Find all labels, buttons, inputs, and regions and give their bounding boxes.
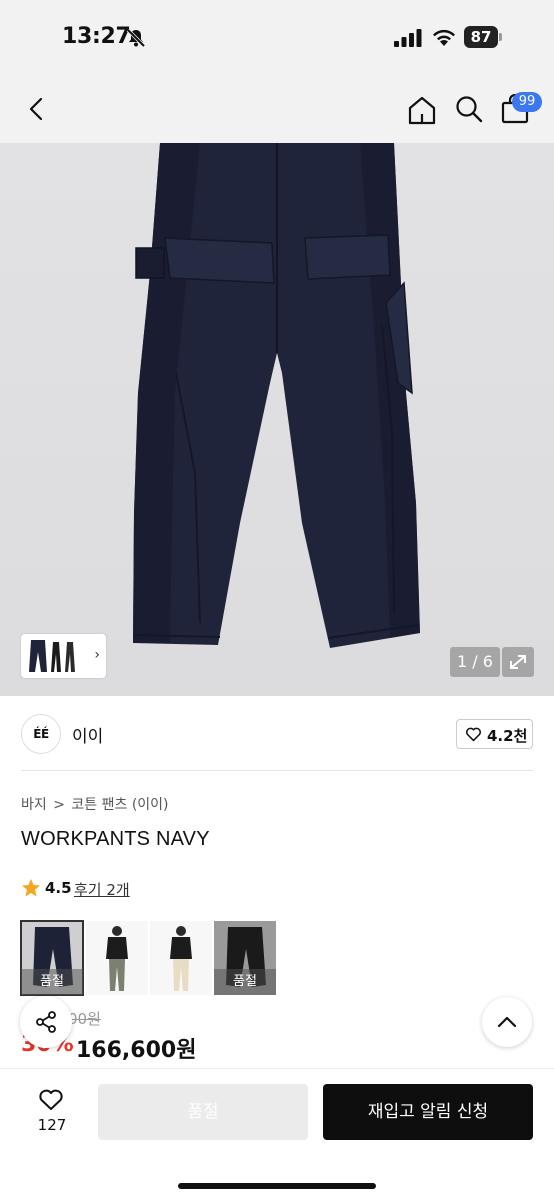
soldout-label: 품절: [21, 969, 83, 995]
home-indicator: [178, 1183, 376, 1189]
color-swatch[interactable]: 품절: [20, 920, 84, 996]
back-icon[interactable]: [22, 94, 52, 124]
brand-logo[interactable]: ÉÉ: [21, 714, 61, 754]
brand-like-count: 4.2천: [487, 727, 528, 745]
restock-alert-button[interactable]: 재입고 알림 신청: [323, 1084, 533, 1140]
bell-slash-icon: [126, 28, 146, 48]
cart-count-badge: 99: [512, 92, 542, 112]
status-bar: 13:27 87: [0, 0, 554, 76]
thumbnail-preview: [29, 640, 75, 672]
expand-icon[interactable]: [502, 647, 534, 677]
brand-name[interactable]: 이이: [72, 722, 103, 747]
color-swatch[interactable]: [86, 921, 148, 995]
breadcrumb-item[interactable]: 바지: [21, 797, 47, 813]
home-icon[interactable]: [406, 94, 438, 126]
wifi-icon: [433, 29, 455, 46]
heart-icon[interactable]: [38, 1088, 64, 1112]
product-title: WORKPANTS NAVY: [21, 828, 210, 850]
soldout-button[interactable]: 품절: [98, 1084, 308, 1140]
battery-icon: 87: [464, 26, 502, 48]
rating-score: 4.5: [45, 879, 72, 897]
signal-icon: [394, 29, 422, 47]
share-button[interactable]: [20, 996, 72, 1048]
gallery-thumbnail-strip[interactable]: ›: [21, 634, 106, 678]
status-time: 13:27: [62, 24, 131, 49]
breadcrumb: 바지 > 코튼 팬츠 (이이): [21, 794, 171, 814]
search-icon[interactable]: [454, 94, 484, 124]
battery-level: 87: [464, 26, 498, 48]
soldout-label: 품절: [214, 969, 276, 995]
color-swatch[interactable]: [150, 921, 212, 995]
color-swatch[interactable]: 품절: [214, 921, 276, 995]
brand-like-button[interactable]: 4.2천: [456, 719, 533, 749]
star-icon: [22, 879, 40, 897]
swatch-image: [150, 921, 212, 995]
breadcrumb-item[interactable]: 코튼 팬츠 (이이): [71, 797, 168, 813]
sale-price: 166,600원: [76, 1038, 197, 1063]
wishlist-count: 127: [37, 1116, 67, 1134]
top-nav-bar: [0, 76, 554, 143]
share-icon: [36, 1011, 56, 1033]
divider: [21, 770, 533, 771]
product-image-gallery[interactable]: › 1 / 6: [0, 143, 554, 696]
chevron-right-icon: ›: [94, 647, 100, 663]
reviews-link[interactable]: 후기 2개: [74, 879, 130, 900]
chevron-up-icon: [497, 1016, 517, 1028]
scroll-top-button[interactable]: [482, 997, 532, 1047]
product-image: [133, 143, 420, 648]
original-price: 00원: [68, 1010, 101, 1028]
heart-icon: [466, 727, 481, 742]
swatch-image: [86, 921, 148, 995]
breadcrumb-separator: >: [53, 797, 65, 813]
image-counter: 1 / 6: [450, 647, 500, 677]
